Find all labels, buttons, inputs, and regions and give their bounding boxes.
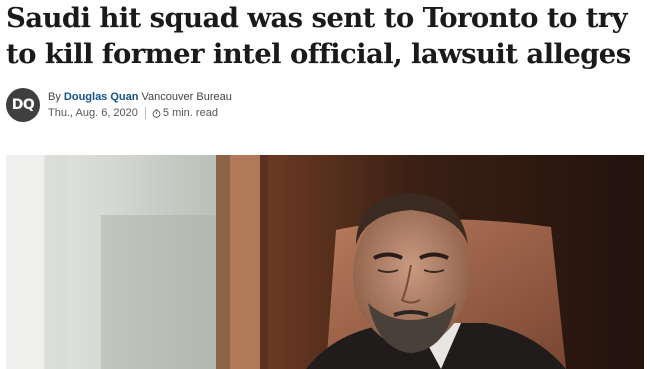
author-avatar[interactable]: DQ xyxy=(6,88,40,122)
byline-author-line: By Douglas Quan Vancouver Bureau xyxy=(48,91,232,103)
byline-meta-line: Thu., Aug. 6, 2020 5 min. read xyxy=(48,107,218,119)
by-label: By xyxy=(48,91,61,103)
byline: DQ By Douglas Quan Vancouver Bureau Thu.… xyxy=(6,88,406,124)
author-link[interactable]: Douglas Quan xyxy=(64,91,139,103)
hero-photo-illustration xyxy=(6,155,644,369)
read-time: 5 min. read xyxy=(162,107,218,119)
meta-divider xyxy=(144,107,146,119)
article-headline: Saudi hit squad was sent to Toronto to t… xyxy=(6,2,631,70)
clock-icon xyxy=(152,108,161,118)
publish-date: Thu., Aug. 6, 2020 xyxy=(48,107,138,119)
article-hero-photo[interactable] xyxy=(6,155,644,369)
author-bureau: Vancouver Bureau xyxy=(141,91,232,103)
